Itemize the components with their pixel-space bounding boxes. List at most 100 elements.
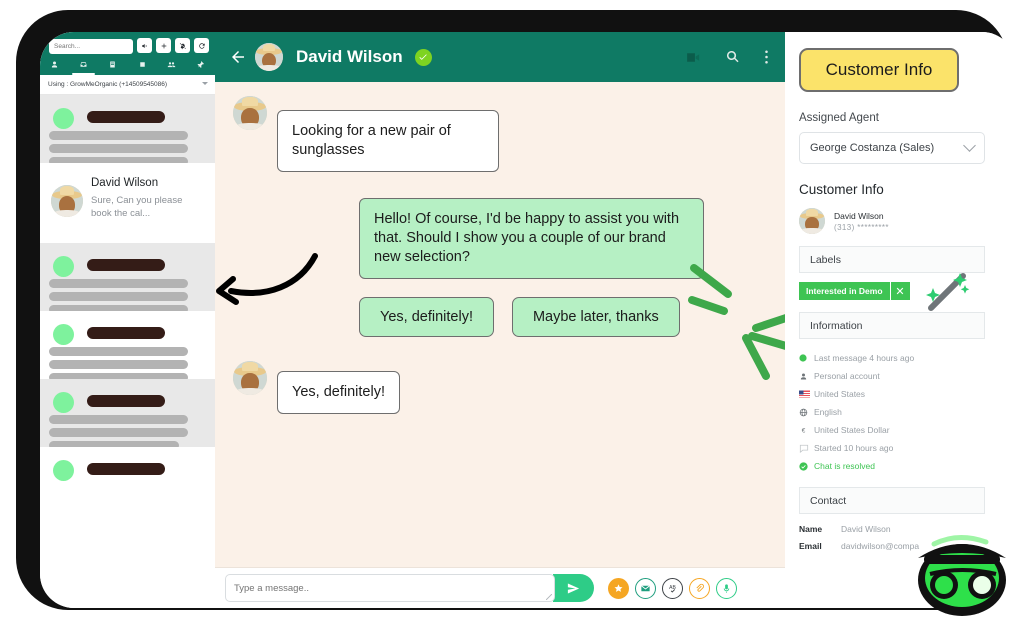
conversation-preview: Sure, Can you please book the cal... <box>91 194 196 220</box>
screenshot-root: Using : GrowMeOrganic (+14509545086) <box>0 0 1024 622</box>
conversation-name: David Wilson <box>91 177 158 189</box>
customer-info-button[interactable]: Customer Info <box>799 48 959 92</box>
info-text: Started 10 hours ago <box>814 443 893 453</box>
skeleton-title <box>87 111 165 123</box>
sidebar-item-notes[interactable] <box>98 54 127 75</box>
list-item[interactable] <box>40 243 215 311</box>
info-text: Chat is resolved <box>814 461 875 471</box>
list-item[interactable] <box>40 95 215 163</box>
list-item-selected[interactable]: David Wilson Sure, Can you please book t… <box>40 163 215 243</box>
chevron-down-icon <box>963 139 976 152</box>
microphone-icon <box>721 583 732 594</box>
bell-off-icon <box>179 42 187 50</box>
contact-header[interactable]: Contact <box>799 487 985 514</box>
account-selector[interactable]: Using : GrowMeOrganic (+14509545086) <box>40 75 215 95</box>
info-row-resolved: Chat is resolved <box>799 457 1002 475</box>
avatar <box>799 208 825 234</box>
info-text: English <box>814 407 842 417</box>
info-row-currency: € United States Dollar <box>799 421 1002 439</box>
send-button[interactable] <box>553 574 594 602</box>
skeleton-line <box>49 415 188 424</box>
arrow-left-icon <box>229 48 247 66</box>
more-vertical-icon <box>764 48 769 66</box>
inbox-icon <box>79 60 88 69</box>
broadcast-button[interactable] <box>137 38 152 53</box>
account-selector-label: Using : GrowMeOrganic (+14509545086) <box>48 81 167 88</box>
search-input[interactable] <box>49 39 133 54</box>
green-dot-icon <box>799 354 814 362</box>
chat-icon <box>799 444 814 453</box>
skeleton-line <box>49 360 188 369</box>
status-dot <box>53 460 74 481</box>
quick-reply-later[interactable]: Maybe later, thanks <box>512 297 680 337</box>
sidebar-tabs <box>40 54 215 75</box>
sidebar-item-groups[interactable] <box>157 54 186 75</box>
mascot-logo <box>900 522 1018 618</box>
customer-summary: David Wilson (313) ********* <box>799 208 1002 234</box>
skeleton-title <box>87 259 165 271</box>
search-icon <box>724 48 742 66</box>
message-row: Hello! Of course, I'd be happy to assist… <box>341 198 785 279</box>
mute-button[interactable] <box>175 38 190 53</box>
star-tool[interactable] <box>608 578 629 599</box>
book-icon <box>108 60 117 69</box>
sidebar-item-inbox[interactable] <box>69 54 98 75</box>
info-text: United States Dollar <box>814 425 890 435</box>
assigned-agent-select[interactable]: George Costanza (Sales) <box>799 132 985 164</box>
list-item[interactable] <box>40 311 215 379</box>
voice-tool[interactable] <box>716 578 737 599</box>
more-menu-button[interactable] <box>764 48 769 66</box>
skeleton-line <box>49 144 188 153</box>
attach-tool[interactable] <box>689 578 710 599</box>
info-row-language: English <box>799 403 1002 421</box>
device-screen: Using : GrowMeOrganic (+14509545086) <box>40 32 1016 608</box>
info-row-last-message: Last message 4 hours ago <box>799 349 1002 367</box>
magic-wand-icon <box>921 268 973 314</box>
quick-reply-yes[interactable]: Yes, definitely! <box>359 297 494 337</box>
check-icon <box>418 52 428 62</box>
message-bubble: Hello! Of course, I'd be happy to assist… <box>359 198 704 279</box>
sidebar-item-broadcast[interactable] <box>128 54 157 75</box>
info-row-country: United States <box>799 385 1002 403</box>
sidebar-item-contacts[interactable] <box>40 54 69 75</box>
skeleton-title <box>87 463 165 475</box>
message-bubble: Looking for a new pair of sunglasses <box>277 110 499 172</box>
status-dot <box>53 392 74 413</box>
status-dot <box>53 324 74 345</box>
back-button[interactable] <box>229 48 247 66</box>
video-call-button[interactable] <box>685 49 702 66</box>
status-badge <box>415 49 432 66</box>
chevron-down-icon <box>202 82 208 85</box>
resize-grip[interactable] <box>546 594 552 600</box>
avatar <box>51 185 83 217</box>
information-header[interactable]: Information <box>799 312 985 339</box>
add-button[interactable] <box>156 38 171 53</box>
search-button[interactable] <box>724 48 742 66</box>
flag-us-icon <box>799 390 814 398</box>
chat-panel: David Wilson <box>215 32 785 608</box>
skeleton-line <box>49 428 188 437</box>
sidebar-item-pinned[interactable] <box>186 54 215 75</box>
customer-name: David Wilson <box>834 211 889 221</box>
globe-icon <box>799 408 814 417</box>
chat-header: David Wilson <box>215 32 785 82</box>
refresh-button[interactable] <box>194 38 209 53</box>
chat-header-actions <box>685 32 769 82</box>
check-circle-icon <box>799 462 814 471</box>
skeleton-line <box>49 131 188 140</box>
ab-test-tool[interactable]: AB <box>662 578 683 599</box>
paperclip-icon <box>694 583 705 594</box>
sidebar-action-buttons <box>137 38 209 53</box>
status-badge: Interested in Demo <box>799 282 890 300</box>
svg-text:€: € <box>802 427 806 434</box>
list-item[interactable] <box>40 447 215 515</box>
remove-label-button[interactable]: ✕ <box>890 282 910 300</box>
megaphone-icon <box>141 42 149 50</box>
conversation-list[interactable]: David Wilson Sure, Can you please book t… <box>40 95 215 608</box>
message-input[interactable] <box>225 574 555 602</box>
template-tool[interactable] <box>635 578 656 599</box>
skeleton-line <box>49 347 188 356</box>
composer-tools: AB <box>608 578 737 599</box>
contact-key: Email <box>799 541 841 551</box>
list-item[interactable] <box>40 379 215 447</box>
